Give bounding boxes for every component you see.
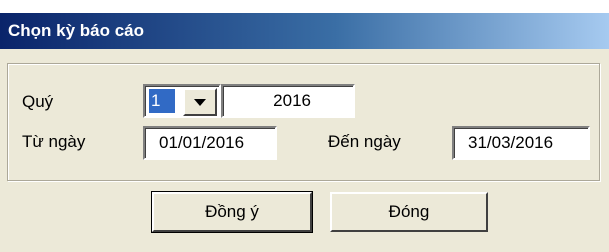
to-date-label: Đến ngày bbox=[328, 132, 401, 151]
to-date-input[interactable]: 31/03/2016 bbox=[452, 126, 590, 160]
dialog-body: Quý 1 2016 Từ ngày 01/01/2016 Đến ngày 3… bbox=[0, 49, 609, 252]
ok-button[interactable]: Đồng ý bbox=[151, 191, 313, 233]
from-date-label: Từ ngày bbox=[22, 132, 86, 151]
quarter-selected-value: 1 bbox=[149, 89, 175, 113]
quarter-dropdown-button[interactable] bbox=[183, 88, 217, 116]
year-input[interactable]: 2016 bbox=[221, 84, 355, 118]
quarter-combobox[interactable]: 1 bbox=[143, 84, 221, 118]
quarter-label: Quý bbox=[22, 92, 54, 111]
dialog-window: Chọn kỳ báo cáo Quý 1 2016 Từ ngày 01/01… bbox=[0, 0, 609, 252]
window-title: Chọn kỳ báo cáo bbox=[8, 21, 145, 40]
from-date-input[interactable]: 01/01/2016 bbox=[143, 126, 277, 160]
title-bar: Chọn kỳ báo cáo bbox=[0, 13, 609, 49]
period-groupbox bbox=[7, 63, 600, 181]
chevron-down-icon bbox=[194, 98, 206, 106]
close-button[interactable]: Đóng bbox=[330, 192, 488, 232]
